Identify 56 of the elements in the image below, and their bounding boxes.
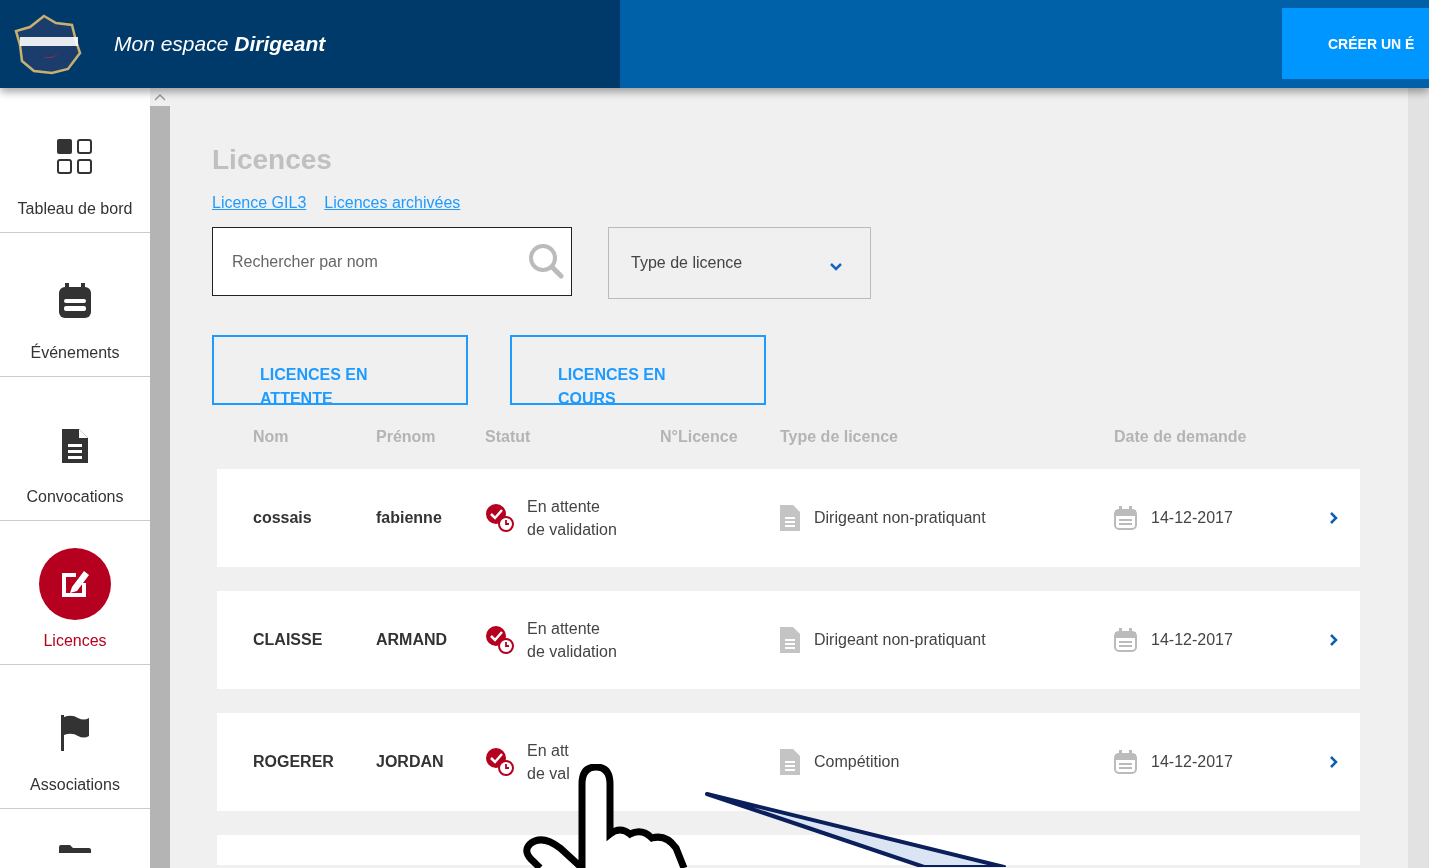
column-header: Nom [253, 428, 290, 446]
folder-icon [58, 845, 92, 853]
table-row[interactable]: cossais fabienne En attente de validation Dirigeant non-pratiquant 14-12-2017 [217, 469, 1360, 567]
grid-icon [56, 138, 94, 176]
calendar-icon [57, 282, 93, 320]
table-cell: 14-12-2017 [1151, 753, 1233, 771]
pending-check-icon [485, 625, 515, 655]
document-icon [780, 749, 800, 775]
calendar-icon [1114, 628, 1137, 652]
hand-cursor-icon [520, 764, 690, 868]
table-cell-text: fabienne [376, 509, 443, 527]
chevron-right-icon[interactable] [1330, 634, 1338, 646]
sidebar-label: Tableau de bord [17, 200, 133, 218]
logo-icon [14, 13, 84, 75]
column-header: N°Licence [660, 428, 739, 446]
table-cell: Dirigeant non-pratiquant [814, 509, 986, 527]
pending-check-icon [485, 503, 515, 533]
sidebar-label: Licences [43, 632, 107, 650]
column-header: Date de demande [1114, 428, 1248, 446]
chevron-down-icon [830, 263, 842, 271]
table-cell-text: ARMAND [376, 631, 449, 649]
sidebar-item[interactable]: Licences [0, 521, 150, 665]
document-icon [780, 505, 800, 531]
table-cell-text: cossais [253, 509, 313, 527]
sidebar-label: Convocations [26, 488, 124, 506]
sidebar-label: Associations [30, 776, 120, 794]
sidebar-label: Événements [30, 344, 120, 362]
scrollbar[interactable] [150, 88, 170, 868]
search-icon [528, 243, 564, 279]
license-type-dropdown[interactable]: Type de licence [608, 227, 871, 299]
status-text: En att de val [527, 741, 570, 784]
pending-check-icon [485, 747, 515, 777]
app-title: Mon espace Dirigeant [114, 32, 326, 56]
flag-icon [60, 714, 90, 752]
column-header: Type de licence [780, 428, 899, 446]
table-row[interactable]: ROGERER JORDAN En att de val Compétition 14-12-2017 [217, 713, 1360, 811]
document-icon [780, 627, 800, 653]
table-cell-text: CLAISSE [253, 631, 324, 649]
search-field[interactable]: Rechercher par nom [212, 227, 572, 296]
table-cell-text: ROGERER [253, 753, 335, 771]
column-header: Prénom [376, 428, 437, 446]
table-cell: Dirigeant non-pratiquant [814, 631, 986, 649]
table-cell: 14-12-2017 [1151, 631, 1233, 649]
calendar-icon [1114, 750, 1137, 774]
table-cell: Compétition [814, 753, 900, 771]
status-text: En attente de validation [527, 619, 617, 662]
chevron-right-icon[interactable] [1330, 512, 1338, 524]
status-text: En attente de validation [527, 497, 617, 540]
column-header: Statut [485, 428, 532, 446]
document-icon [61, 428, 89, 464]
calendar-icon [1114, 506, 1137, 530]
scroll-up-icon[interactable] [150, 88, 170, 106]
table-row[interactable]: CLAISSE ARMAND En attente de validation Dirigeant non-pratiquant 14-12-2017 [217, 591, 1360, 689]
table-cell: 14-12-2017 [1151, 509, 1233, 527]
table-cell-text: JORDAN [376, 753, 445, 771]
chevron-right-icon[interactable] [1330, 756, 1338, 768]
